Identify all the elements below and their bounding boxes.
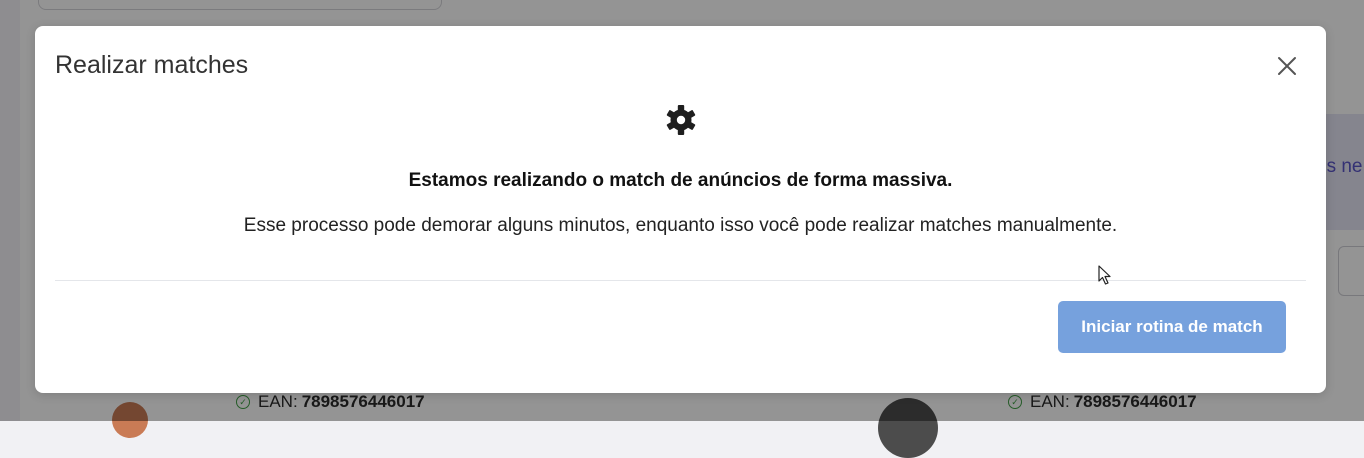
realizar-matches-modal: Realizar matches Estamos realizando o ma… <box>35 26 1326 393</box>
footer-divider <box>55 280 1306 281</box>
status-headline: Estamos realizando o match de anúncios d… <box>408 170 953 191</box>
start-match-routine-button[interactable]: Iniciar rotina de match <box>1058 301 1286 353</box>
status-description: Esse processo pode demorar alguns minuto… <box>243 215 1118 236</box>
close-icon[interactable] <box>1276 55 1298 77</box>
gear-icon <box>665 104 697 136</box>
mouse-cursor-icon <box>1098 265 1112 285</box>
modal-title: Realizar matches <box>55 51 249 79</box>
